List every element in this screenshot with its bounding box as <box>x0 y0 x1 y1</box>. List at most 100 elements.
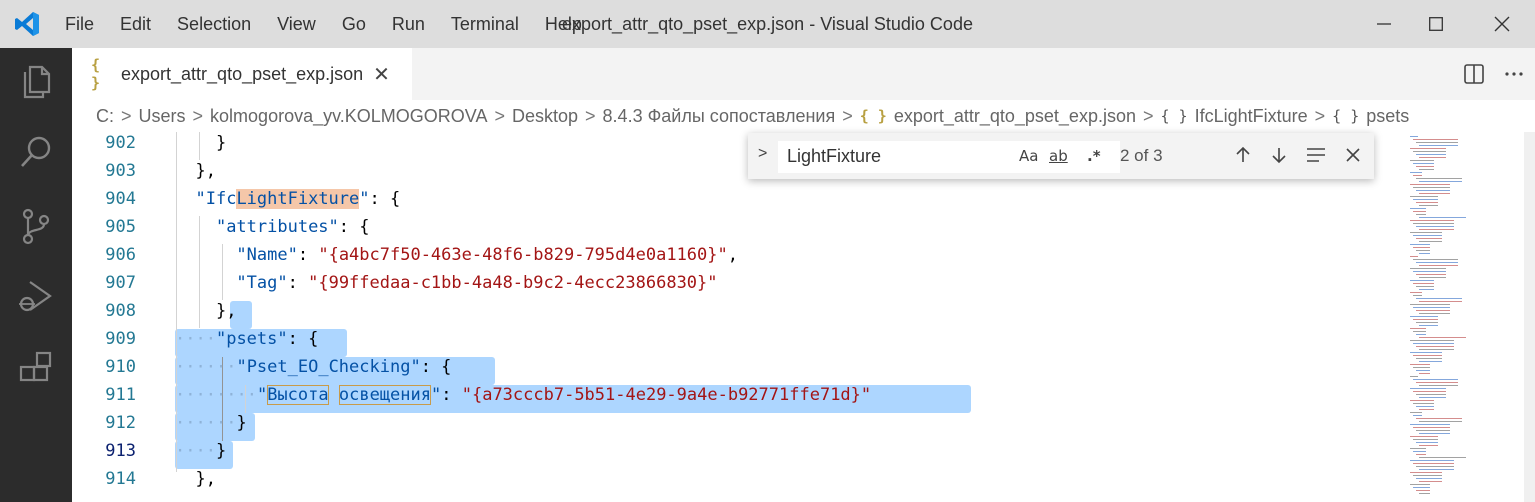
minimap-line <box>1413 403 1434 404</box>
match-whole-word-icon[interactable]: ab <box>1049 147 1068 165</box>
toggle-replace-chevron-icon[interactable]: > <box>758 145 767 163</box>
menu-view[interactable]: View <box>264 0 329 48</box>
find-widget: > LightFixture Aa ab .* 2 of 3 <box>748 133 1374 179</box>
breadcrumb-users[interactable]: Users <box>139 106 186 127</box>
code-editor[interactable]: 902 903 904 905 906 907 908 909 910 911 912 913 914 … <box>72 132 1535 502</box>
minimap-line <box>1416 286 1434 287</box>
tab-export-json[interactable]: { } export_attr_qto_pset_exp.json ✕ <box>72 48 412 100</box>
menu-terminal[interactable]: Terminal <box>438 0 532 48</box>
close-window-button[interactable] <box>1474 0 1530 48</box>
word-occurrence-highlight: Высота <box>267 385 329 405</box>
minimap[interactable] <box>1404 132 1524 502</box>
match-case-icon[interactable]: Aa <box>1019 147 1038 165</box>
minimap-line <box>1413 343 1454 344</box>
minimap-line <box>1410 256 1418 257</box>
code-line: ····} <box>175 441 227 461</box>
menu-go[interactable]: Go <box>329 0 379 48</box>
code-line: "IfcLightFixture": { <box>195 189 401 209</box>
find-in-selection-button[interactable] <box>1304 143 1328 167</box>
minimap-line <box>1416 382 1458 383</box>
vscode-logo-icon[interactable] <box>14 11 40 37</box>
line-number: 908 <box>105 301 136 321</box>
minimap-line <box>1416 442 1438 443</box>
chevron-right-icon: > <box>192 105 204 126</box>
minimap-line <box>1413 475 1442 476</box>
find-query: LightFixture <box>787 146 882 166</box>
minimap-line <box>1419 145 1458 146</box>
minimap-line <box>1419 397 1446 398</box>
search-icon[interactable] <box>16 132 56 172</box>
use-regex-icon[interactable]: .* <box>1087 147 1101 165</box>
minimap-line <box>1416 334 1426 335</box>
breadcrumb-mapping-folder[interactable]: 8.4.3 Файлы сопоставления <box>603 106 836 127</box>
minimap-line <box>1413 415 1422 416</box>
code-line: "Tag": "{99ffedaa-c1bb-4a48-b9c2-4ecc238… <box>236 273 718 293</box>
find-input[interactable]: LightFixture Aa ab .* <box>778 141 1120 173</box>
minimap-line <box>1410 436 1438 437</box>
breadcrumb-user-folder[interactable]: kolmogorova_yv.KOLMOGOROVA <box>210 106 487 127</box>
minimap-line <box>1413 199 1438 200</box>
explorer-icon[interactable] <box>16 62 56 102</box>
minimap-line <box>1413 391 1446 392</box>
minimap-line <box>1416 454 1426 455</box>
run-debug-icon[interactable] <box>16 276 56 316</box>
minimap-line <box>1416 478 1442 479</box>
maximize-button[interactable] <box>1408 0 1464 48</box>
menu-selection[interactable]: Selection <box>164 0 264 48</box>
more-actions-icon[interactable] <box>1503 63 1525 85</box>
minimap-line <box>1413 151 1446 152</box>
minimap-line <box>1413 355 1442 356</box>
chevron-right-icon: > <box>1314 105 1326 126</box>
minimap-line <box>1419 205 1438 206</box>
minimap-line <box>1410 148 1446 149</box>
minimap-line <box>1419 241 1442 242</box>
minimap-line <box>1419 157 1446 158</box>
breadcrumb-drive[interactable]: C: <box>96 106 114 127</box>
menu-file[interactable]: File <box>52 0 107 48</box>
minimap-line <box>1410 232 1442 233</box>
previous-match-button[interactable] <box>1231 143 1255 167</box>
tab-label: export_attr_qto_pset_exp.json <box>121 63 364 84</box>
minimap-line <box>1416 274 1446 275</box>
code-line: }, <box>195 469 216 489</box>
minimap-line <box>1410 328 1426 329</box>
minimap-line <box>1419 277 1446 278</box>
minimap-line <box>1416 298 1462 299</box>
extensions-icon[interactable] <box>16 350 56 390</box>
minimap-line <box>1410 184 1450 185</box>
line-number: 912 <box>105 413 136 433</box>
breadcrumb-file[interactable]: export_attr_qto_pset_exp.json <box>894 106 1136 127</box>
object-icon: { } <box>1160 107 1188 125</box>
minimap-line <box>1419 481 1442 482</box>
minimap-line <box>1416 394 1446 395</box>
breadcrumb-desktop[interactable]: Desktop <box>512 106 578 127</box>
menu-help[interactable]: Help <box>532 0 595 48</box>
minimap-line <box>1416 214 1426 215</box>
breadcrumb-psets[interactable]: psets <box>1366 106 1409 127</box>
minimize-icon <box>1377 23 1391 25</box>
vertical-scrollbar[interactable] <box>1524 132 1535 502</box>
find-match-highlight: LightFixture <box>236 189 360 209</box>
object-icon: { } <box>1332 107 1360 125</box>
tab-close-icon[interactable]: ✕ <box>373 62 390 87</box>
menu-edit[interactable]: Edit <box>107 0 164 48</box>
menu-run[interactable]: Run <box>379 0 438 48</box>
minimap-line <box>1410 484 1430 485</box>
minimap-line <box>1413 319 1438 320</box>
minimap-line <box>1416 322 1438 323</box>
minimap-line <box>1419 385 1458 386</box>
minimize-button[interactable] <box>1356 0 1412 48</box>
split-editor-icon[interactable] <box>1463 63 1485 85</box>
minimap-line <box>1416 166 1434 167</box>
source-control-icon[interactable] <box>16 206 56 246</box>
minimap-line <box>1410 352 1442 353</box>
breadcrumb-ifclightfixture[interactable]: IfcLightFixture <box>1195 106 1308 127</box>
minimap-line <box>1419 433 1450 434</box>
minimap-line <box>1410 292 1422 293</box>
minimap-line <box>1410 340 1454 341</box>
minimap-line <box>1410 424 1450 425</box>
arrow-up-icon <box>1236 146 1250 162</box>
json-file-icon: { } <box>91 56 101 92</box>
next-match-button[interactable] <box>1267 143 1291 167</box>
close-find-button[interactable] <box>1341 143 1365 167</box>
